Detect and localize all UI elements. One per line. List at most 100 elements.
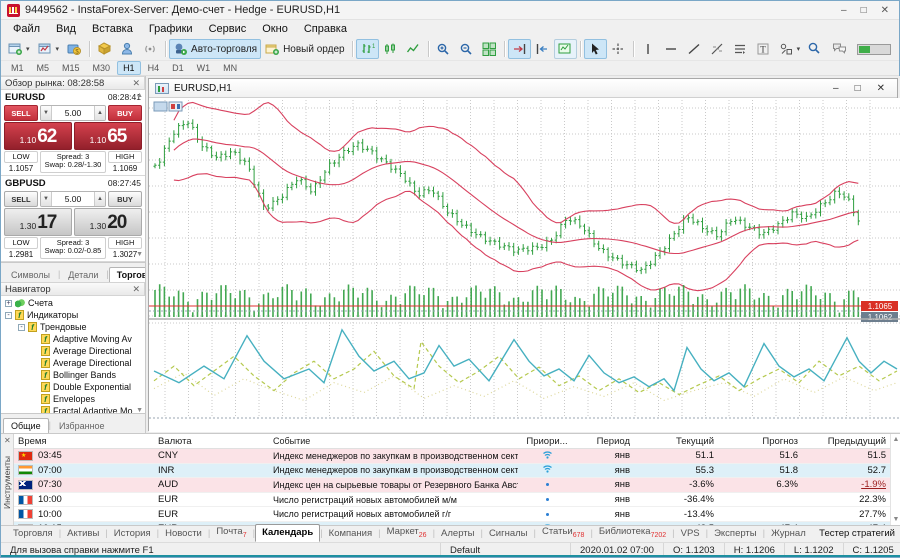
maximize-window-button[interactable]: □ bbox=[861, 5, 867, 16]
menu-окно[interactable]: Окно bbox=[254, 21, 296, 37]
sell-button[interactable]: SELL bbox=[4, 105, 38, 121]
indicators-button[interactable] bbox=[554, 39, 577, 59]
timeframe-m15[interactable]: M15 bbox=[56, 61, 86, 75]
calendar-row[interactable]: ★03:45CNYИндекс менеджеров по закупкам в… bbox=[14, 449, 890, 464]
close-window-button[interactable]: ✕ bbox=[881, 5, 889, 16]
levels-button[interactable] bbox=[729, 39, 752, 59]
volume-value[interactable]: 5.00 bbox=[52, 106, 94, 120]
ask-price[interactable]: 1.1065 bbox=[74, 122, 142, 150]
column-period[interactable]: Период bbox=[576, 436, 634, 447]
ask-price[interactable]: 1.3020 bbox=[74, 208, 142, 236]
vertical-line-button[interactable] bbox=[637, 39, 660, 59]
candles-button[interactable] bbox=[379, 39, 402, 59]
tile-windows-button[interactable] bbox=[478, 39, 501, 59]
tree-item-double-exponential[interactable]: fDouble Exponential bbox=[1, 381, 145, 393]
tree-item-bollinger-bands[interactable]: fBollinger Bands bbox=[1, 369, 145, 381]
close-icon[interactable]: ✕ bbox=[132, 284, 140, 295]
menu-вставка[interactable]: Вставка bbox=[84, 21, 141, 37]
new-chart-button[interactable]: ▾ bbox=[4, 39, 34, 59]
navigator-tab-favorites[interactable]: Избранное bbox=[51, 418, 113, 433]
chart-close-button[interactable]: ✕ bbox=[877, 83, 885, 94]
close-icon[interactable]: ✕ bbox=[4, 436, 11, 445]
buy-button[interactable]: BUY bbox=[108, 191, 142, 207]
tree-item-индикаторы[interactable]: -fИндикаторы bbox=[1, 309, 145, 321]
column-actual[interactable]: Текущий bbox=[634, 436, 718, 447]
menu-графики[interactable]: Графики bbox=[141, 21, 201, 37]
menu-файл[interactable]: Файл bbox=[5, 21, 48, 37]
price-chart[interactable]: 1.10651.1062 bbox=[149, 98, 900, 432]
toolbox-tab-календарь[interactable]: Календарь bbox=[255, 524, 320, 542]
toolbox-tab-эксперты[interactable]: Эксперты bbox=[708, 526, 763, 542]
calendar-scrollbar[interactable]: ▲ ▼ bbox=[890, 434, 900, 525]
calendar-row[interactable]: 10:00EURЧисло регистраций новых автомоби… bbox=[14, 493, 890, 508]
column-previous[interactable]: Предыдущий bbox=[802, 436, 890, 447]
chart-shift-button[interactable] bbox=[531, 39, 554, 59]
volume-increase-icon[interactable]: ▲ bbox=[94, 192, 105, 206]
tree-item-adaptive-moving-av[interactable]: fAdaptive Moving Av bbox=[1, 333, 145, 345]
sell-button[interactable]: SELL bbox=[4, 191, 38, 207]
market-book-button[interactable] bbox=[93, 39, 116, 59]
signals-person-button[interactable] bbox=[116, 39, 139, 59]
timeframe-h1[interactable]: H1 bbox=[117, 61, 141, 75]
tree-item-счета[interactable]: +Счета bbox=[1, 297, 145, 309]
toolbox-tab-статьи[interactable]: Статьи678 bbox=[536, 524, 590, 542]
calendar-row[interactable]: 07:30AUDИндекс цен на сырьевые товары от… bbox=[14, 478, 890, 493]
toolbox-tab-компания[interactable]: Компания bbox=[323, 526, 378, 542]
horizontal-line-button[interactable] bbox=[660, 39, 683, 59]
zoom-out-button[interactable] bbox=[455, 39, 478, 59]
scroll-up-icon[interactable]: ▲ bbox=[891, 434, 900, 443]
collapse-icon[interactable]: - bbox=[5, 312, 12, 319]
chat-icon[interactable] bbox=[832, 41, 847, 58]
history-center-button[interactable]: $ bbox=[63, 39, 86, 59]
collapse-icon[interactable]: - bbox=[18, 324, 25, 331]
toolbox-tab-новости[interactable]: Новости bbox=[159, 526, 208, 542]
cursor-button[interactable] bbox=[584, 39, 607, 59]
trendline-button[interactable] bbox=[683, 39, 706, 59]
toolbox-tab-алерты[interactable]: Алерты bbox=[435, 526, 480, 542]
tree-item-envelopes[interactable]: fEnvelopes bbox=[1, 393, 145, 405]
timeframe-m30[interactable]: M30 bbox=[87, 61, 117, 75]
toolbox-tab-сигналы[interactable]: Сигналы bbox=[483, 526, 534, 542]
chart-restore-button[interactable]: □ bbox=[855, 83, 861, 94]
market-watch-tab-символы[interactable]: Символы bbox=[3, 267, 58, 282]
calendar-row[interactable]: 07:00INRИндекс менеджеров по закупкам в … bbox=[14, 464, 890, 479]
line-chart-button[interactable] bbox=[402, 39, 425, 59]
calendar-row[interactable]: 10:00EURЧисло регистраций новых автомоби… bbox=[14, 507, 890, 522]
text-tool-button[interactable]: T bbox=[752, 39, 775, 59]
profiles-button[interactable]: ▾ bbox=[34, 39, 64, 59]
timeframe-w1[interactable]: W1 bbox=[191, 61, 217, 75]
menu-вид[interactable]: Вид bbox=[48, 21, 84, 37]
expand-icon[interactable]: + bbox=[5, 300, 12, 307]
scroll-down-icon[interactable]: ▼ bbox=[136, 251, 143, 258]
volume-stepper[interactable]: ▼5.00▲ bbox=[40, 191, 106, 207]
column-priority[interactable]: Приори... bbox=[518, 436, 576, 447]
navigator-tab-common[interactable]: Общие bbox=[3, 418, 49, 433]
market-watch-tab-торговля[interactable]: Торговля bbox=[109, 267, 146, 282]
volume-decrease-icon[interactable]: ▼ bbox=[41, 192, 52, 206]
toolbox-tab-маркет[interactable]: Маркет26 bbox=[381, 524, 433, 542]
toolbox-tab-библиотека[interactable]: Библиотека7202 bbox=[593, 524, 672, 542]
column-currency[interactable]: Валюта bbox=[154, 436, 269, 447]
close-icon[interactable]: ✕ bbox=[132, 78, 140, 89]
column-time[interactable]: Время bbox=[14, 436, 154, 447]
minimize-window-button[interactable]: – bbox=[841, 5, 847, 16]
crosshair-button[interactable] bbox=[607, 39, 630, 59]
scroll-down-icon[interactable]: ▼ bbox=[891, 516, 900, 523]
volume-increase-icon[interactable]: ▲ bbox=[94, 106, 105, 120]
toolbox-tab-активы[interactable]: Активы bbox=[61, 526, 105, 542]
menu-справка[interactable]: Справка bbox=[296, 21, 355, 37]
chart-window-titlebar[interactable]: EURUSD,H1 – □ ✕ bbox=[149, 79, 897, 98]
autotrade-button[interactable]: Авто-торговля bbox=[169, 39, 261, 59]
column-forecast[interactable]: Прогноз bbox=[718, 436, 802, 447]
menu-сервис[interactable]: Сервис bbox=[201, 21, 255, 37]
toolbox-tab-история[interactable]: История bbox=[108, 526, 157, 542]
timeframe-mn[interactable]: MN bbox=[217, 61, 243, 75]
volume-decrease-icon[interactable]: ▼ bbox=[41, 106, 52, 120]
tree-item-average-directional[interactable]: fAverage Directional bbox=[1, 357, 145, 369]
volume-stepper[interactable]: ▼5.00▲ bbox=[40, 105, 106, 121]
toolbox-tab-vps[interactable]: VPS bbox=[675, 526, 706, 542]
tree-item-трендовые[interactable]: -fТрендовые bbox=[1, 321, 145, 333]
bid-price[interactable]: 1.1062 bbox=[4, 122, 72, 150]
volume-value[interactable]: 5.00 bbox=[52, 192, 94, 206]
toolbox-tab-журнал[interactable]: Журнал bbox=[765, 526, 812, 542]
